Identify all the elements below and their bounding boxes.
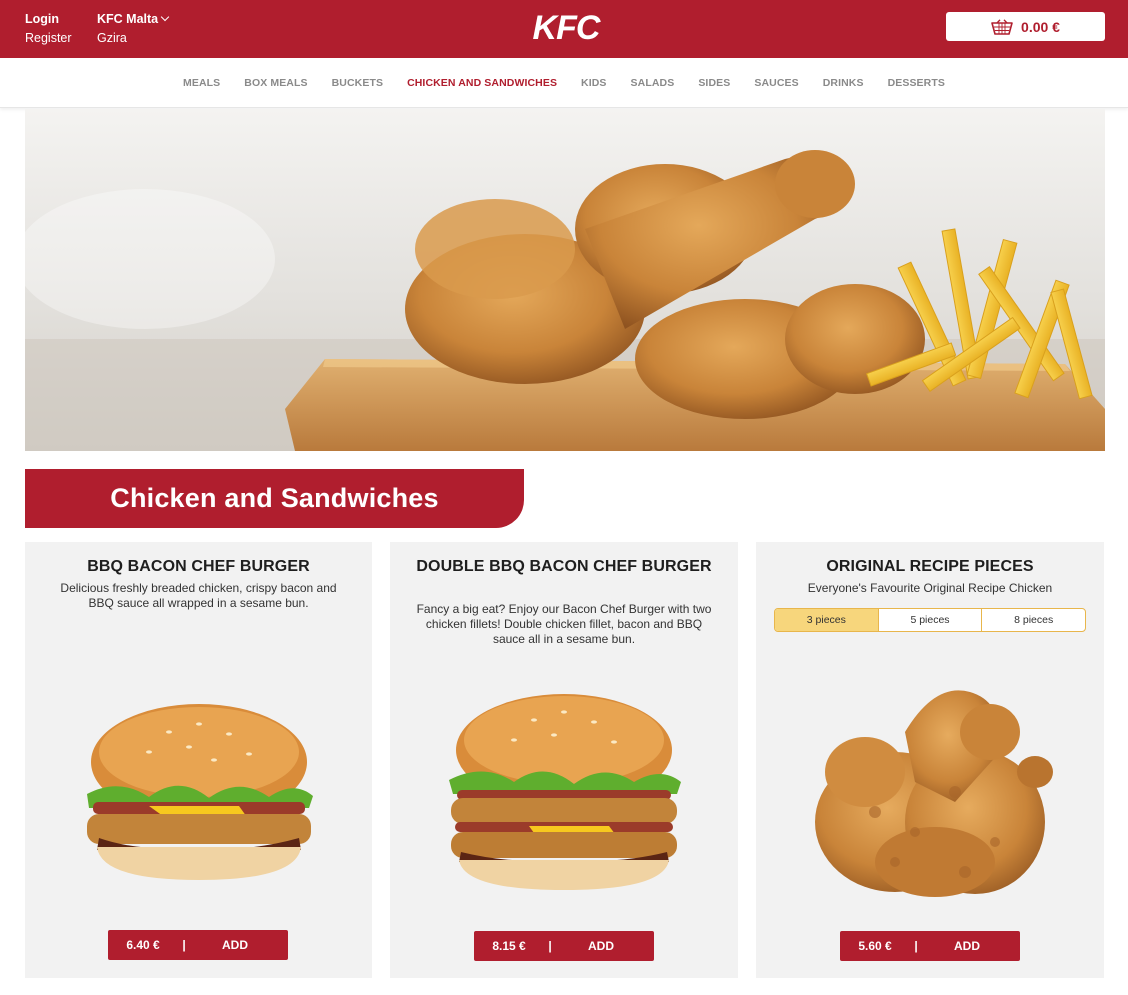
price-separator: | — [182, 938, 186, 952]
add-to-cart-button[interactable]: 5.60 € | ADD — [840, 931, 1020, 961]
section-heading: Chicken and Sandwiches — [25, 469, 524, 528]
product-name: DOUBLE BBQ BACON CHEF BURGER — [416, 558, 712, 575]
product-price: 8.15 € — [492, 939, 526, 953]
store-selector[interactable]: KFC Malta Gzira — [97, 10, 170, 48]
nav-salads[interactable]: SALADS — [631, 77, 675, 89]
nav-drinks[interactable]: DRINKS — [823, 77, 864, 89]
store-city: Gzira — [97, 31, 127, 45]
add-label[interactable]: ADD — [926, 939, 1008, 953]
hero-banner — [25, 109, 1105, 451]
product-price: 5.60 € — [858, 939, 892, 953]
burger-image — [86, 704, 313, 880]
price-separator: | — [914, 939, 918, 953]
cart-button[interactable]: 0.00 € — [946, 12, 1105, 41]
product-name: BBQ BACON CHEF BURGER — [87, 558, 310, 575]
auth-links: Login Register — [25, 10, 72, 48]
add-to-cart-button[interactable]: 6.40 € | ADD — [108, 930, 288, 960]
cart-total: 0.00 € — [1021, 18, 1060, 35]
svg-text:KFC: KFC — [533, 9, 601, 47]
product-description: Delicious freshly breaded chicken, crisp… — [60, 581, 337, 610]
product-card-original-recipe-pieces: ORIGINAL RECIPE PIECES Everyone's Favour… — [756, 542, 1104, 978]
product-description: Fancy a big eat? Enjoy our Bacon Chef Bu… — [416, 602, 712, 646]
section-title: Chicken and Sandwiches — [110, 483, 439, 513]
login-link[interactable]: Login — [25, 10, 72, 29]
piece-count-selector: 3 pieces 5 pieces 8 pieces — [774, 608, 1086, 632]
product-card-double-bbq-bacon-chef-burger: DOUBLE BBQ BACON CHEF BURGER Fancy a big… — [390, 542, 738, 978]
top-header: Login Register KFC Malta Gzira KFC 0.00 … — [0, 0, 1128, 58]
product-name: ORIGINAL RECIPE PIECES — [826, 558, 1034, 575]
option-8-pieces[interactable]: 8 pieces — [982, 609, 1085, 631]
nav-meals[interactable]: MEALS — [183, 77, 220, 89]
price-separator: | — [548, 939, 552, 953]
kfc-logo[interactable]: KFC — [512, 7, 620, 47]
add-label[interactable]: ADD — [194, 938, 276, 952]
option-3-pieces[interactable]: 3 pieces — [775, 609, 879, 631]
chicken-pieces-image — [815, 690, 1053, 897]
nav-buckets[interactable]: BUCKETS — [332, 77, 383, 89]
nav-chicken-and-sandwiches[interactable]: CHICKEN AND SANDWICHES — [407, 77, 557, 89]
basket-icon — [991, 18, 1013, 35]
nav-sauces[interactable]: SAUCES — [754, 77, 798, 89]
nav-desserts[interactable]: DESSERTS — [888, 77, 945, 89]
product-description: Everyone's Favourite Original Recipe Chi… — [807, 581, 1053, 595]
product-card-bbq-bacon-chef-burger: BBQ BACON CHEF BURGER Delicious freshly … — [25, 542, 372, 978]
hero-fried-chicken-image — [25, 109, 1105, 451]
option-5-pieces[interactable]: 5 pieces — [879, 609, 983, 631]
double-burger-image — [449, 694, 681, 890]
add-to-cart-button[interactable]: 8.15 € | ADD — [474, 931, 654, 961]
nav-sides[interactable]: SIDES — [698, 77, 730, 89]
chevron-down-icon[interactable] — [160, 12, 170, 22]
add-label[interactable]: ADD — [560, 939, 642, 953]
category-nav: MEALS BOX MEALS BUCKETS CHICKEN AND SAND… — [0, 58, 1128, 108]
nav-kids[interactable]: KIDS — [581, 77, 607, 89]
nav-box-meals[interactable]: BOX MEALS — [244, 77, 307, 89]
store-name[interactable]: KFC Malta — [97, 12, 158, 26]
product-price: 6.40 € — [126, 938, 160, 952]
register-link[interactable]: Register — [25, 29, 72, 48]
